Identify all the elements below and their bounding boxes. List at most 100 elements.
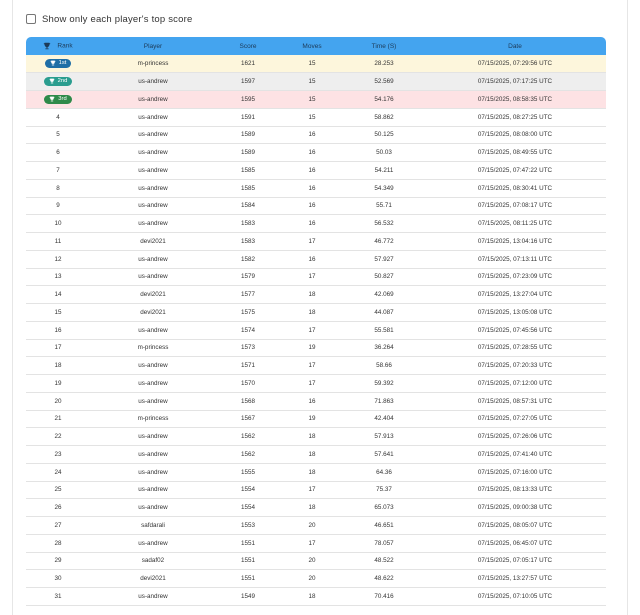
time-cell: 58.862: [344, 108, 424, 127]
rank-cell: 21: [26, 410, 90, 429]
rank-cell: 12: [26, 250, 90, 269]
date-cell: 07/15/2025, 07:45:56 UTC: [424, 321, 606, 340]
moves-cell: 15: [280, 72, 344, 91]
header-rank-label: Rank: [57, 42, 73, 50]
player-cell: us-andrew: [90, 356, 216, 375]
date-cell: 07/15/2025, 08:13:33 UTC: [424, 481, 606, 500]
date-cell: 07/15/2025, 07:28:55 UTC: [424, 339, 606, 358]
header-rank[interactable]: Rank: [26, 37, 90, 55]
player-cell: us-andrew: [90, 126, 216, 145]
time-cell: 64.36: [344, 463, 424, 482]
player-cell: us-andrew: [90, 143, 216, 162]
rank-cell: 29: [26, 552, 90, 571]
trophy-icon: [49, 96, 55, 102]
rank-badge: 2nd: [43, 76, 73, 86]
rank-cell: 22: [26, 427, 90, 446]
moves-cell: 17: [280, 321, 344, 340]
score-cell: 1571: [216, 356, 280, 375]
score-cell: 1567: [216, 410, 280, 429]
moves-cell: 16: [280, 197, 344, 216]
top-score-checkbox[interactable]: [26, 14, 36, 24]
rank-cell: 7: [26, 161, 90, 180]
player-cell: safdarali: [90, 516, 216, 535]
date-cell: 07/15/2025, 07:10:05 UTC: [424, 587, 606, 606]
rank-cell: 25: [26, 481, 90, 500]
time-cell: 55.581: [344, 321, 424, 340]
score-cell: 1584: [216, 197, 280, 216]
rank-cell: 2nd: [26, 72, 90, 91]
header-time[interactable]: Time (S): [344, 37, 424, 55]
rank-cell: 24: [26, 463, 90, 482]
player-cell: us-andrew: [90, 498, 216, 517]
top-score-filter[interactable]: Show only each player's top score: [26, 12, 192, 26]
date-cell: 07/15/2025, 07:17:25 UTC: [424, 72, 606, 91]
score-cell: 1574: [216, 321, 280, 340]
time-cell: 65.073: [344, 498, 424, 517]
moves-cell: 16: [280, 250, 344, 269]
time-cell: 50.125: [344, 126, 424, 145]
time-cell: 48.522: [344, 552, 424, 571]
date-cell: 07/15/2025, 07:23:09 UTC: [424, 268, 606, 287]
moves-cell: 18: [280, 427, 344, 446]
date-cell: 07/15/2025, 08:49:55 UTC: [424, 143, 606, 162]
table-row: 30 devi2021 1551 20 48.622 07/15/2025, 13:27:…: [26, 569, 606, 588]
table-row: 29 sadaf02 1551 20 48.522 07/15/2025, 07:05:1…: [26, 552, 606, 571]
table-row: 19 us-andrew 1570 17 59.392 07/15/2025, 07:12…: [26, 374, 606, 393]
moves-cell: 16: [280, 179, 344, 198]
date-cell: 07/15/2025, 06:45:07 UTC: [424, 534, 606, 553]
date-cell: 07/15/2025, 08:11:25 UTC: [424, 214, 606, 233]
moves-cell: 18: [280, 463, 344, 482]
time-cell: 75.37: [344, 481, 424, 500]
time-cell: 46.651: [344, 516, 424, 535]
table-row: 14 devi2021 1577 18 42.069 07/15/2025, 13:27:…: [26, 285, 606, 304]
player-cell: us-andrew: [90, 90, 216, 109]
rank-cell: 30: [26, 569, 90, 588]
rank-cell: 28: [26, 534, 90, 553]
score-cell: 1570: [216, 374, 280, 393]
header-player[interactable]: Player: [90, 37, 216, 55]
time-cell: 56.532: [344, 214, 424, 233]
score-cell: 1595: [216, 90, 280, 109]
date-cell: 07/15/2025, 07:05:17 UTC: [424, 552, 606, 571]
table-row: 2nd us-andrew 1597 15 52.569 07/15/2025, 07:1…: [26, 72, 606, 91]
rank-cell: 1st: [26, 55, 90, 74]
date-cell: 07/15/2025, 08:30:41 UTC: [424, 179, 606, 198]
moves-cell: 16: [280, 392, 344, 411]
score-cell: 1554: [216, 498, 280, 517]
moves-cell: 15: [280, 90, 344, 109]
table-row: 31 us-andrew 1549 18 70.416 07/15/2025, 07:10…: [26, 587, 606, 606]
score-cell: 1585: [216, 179, 280, 198]
score-cell: 1573: [216, 339, 280, 358]
trophy-icon: [44, 42, 51, 50]
table-row: 11 devi2021 1583 17 46.772 07/15/2025, 13:04:…: [26, 232, 606, 251]
table-row: 12 us-andrew 1582 16 57.927 07/15/2025, 07:13…: [26, 250, 606, 269]
header-date[interactable]: Date: [424, 37, 606, 55]
time-cell: 57.927: [344, 250, 424, 269]
player-cell: us-andrew: [90, 214, 216, 233]
time-cell: 54.176: [344, 90, 424, 109]
header-moves[interactable]: Moves: [280, 37, 344, 55]
date-cell: 07/15/2025, 09:00:38 UTC: [424, 498, 606, 517]
moves-cell: 16: [280, 143, 344, 162]
player-cell: devi2021: [90, 569, 216, 588]
table-row: 1st m-princess 1621 15 28.253 07/15/2025, 07:…: [26, 55, 606, 74]
score-cell: 1551: [216, 534, 280, 553]
time-cell: 55.71: [344, 197, 424, 216]
table-row: 15 devi2021 1575 18 44.087 07/15/2025, 13:05:…: [26, 303, 606, 322]
header-score[interactable]: Score: [216, 37, 280, 55]
date-cell: 07/15/2025, 08:58:35 UTC: [424, 90, 606, 109]
score-cell: 1589: [216, 143, 280, 162]
score-cell: 1591: [216, 108, 280, 127]
table-row: 20 us-andrew 1568 16 71.863 07/15/2025, 08:57…: [26, 392, 606, 411]
time-cell: 42.069: [344, 285, 424, 304]
rank-cell: 20: [26, 392, 90, 411]
moves-cell: 15: [280, 55, 344, 74]
rank-cell: 11: [26, 232, 90, 251]
table-row: 10 us-andrew 1583 16 56.532 07/15/2025, 08:11…: [26, 214, 606, 233]
time-cell: 42.404: [344, 410, 424, 429]
player-cell: us-andrew: [90, 463, 216, 482]
score-cell: 1589: [216, 126, 280, 145]
moves-cell: 16: [280, 126, 344, 145]
table-row: 6 us-andrew 1589 16 50.03 07/15/2025, 08:49:5…: [26, 143, 606, 162]
rank-badge: 1st: [44, 58, 72, 68]
